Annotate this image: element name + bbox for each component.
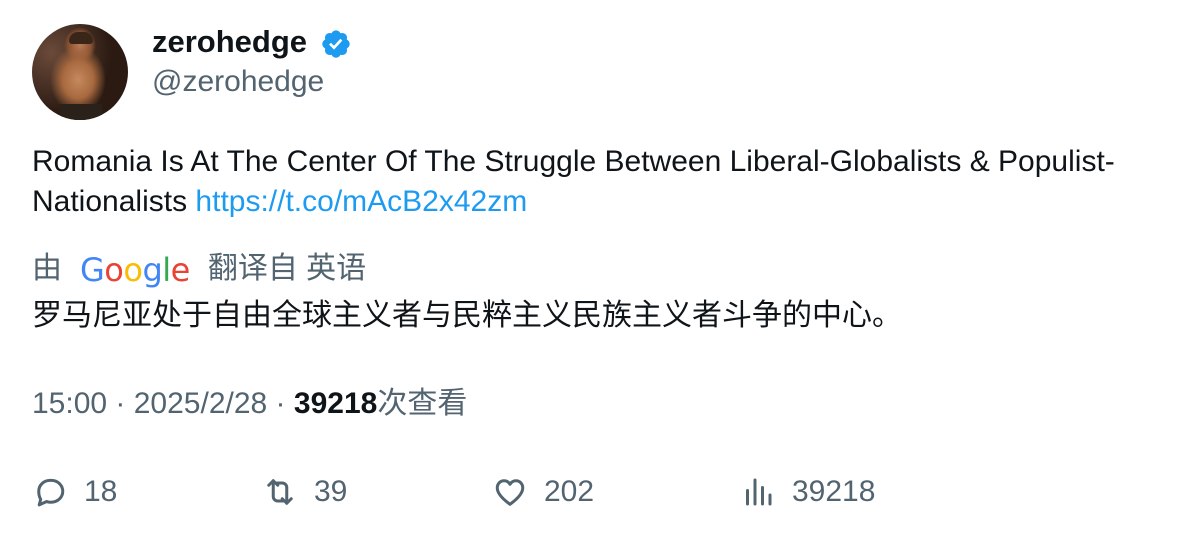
tweet-card: zerohedge @zerohedge Romania Is At The C… [0,0,1196,538]
avatar-shorts [60,104,102,120]
views-action-count: 39218 [792,475,876,508]
avatar[interactable] [32,24,128,120]
like-count: 202 [544,475,595,508]
tweet-link[interactable]: https://t.co/mAcB2x42zm [195,185,527,218]
views-chart-icon [746,478,772,506]
translated-text: 罗马尼亚处于自由全球主义者与民粹主义民族主义者斗争的中心。 [32,299,902,332]
meta-separator: · [267,387,294,420]
avatar-hair [69,32,93,44]
views-button[interactable]: 39218 [740,468,875,516]
display-name[interactable]: zerohedge [152,22,307,62]
retweet-button[interactable]: 39 [262,468,347,516]
views-count: 39218 [293,387,378,420]
retweet-count: 39 [314,475,348,508]
reply-icon [37,478,65,507]
tweet-date[interactable]: 2025/2/28 [134,387,267,420]
tweet-time[interactable]: 15:00 [32,387,107,420]
reply-count: 18 [84,475,118,508]
retweet-icon [267,479,293,505]
tweet-meta: 15:00 · 2025/2/28 · 39218次查看 [32,384,467,424]
translation-attribution[interactable]: 由 Google 翻译自 英语 [32,246,366,290]
action-bar: 18 39 202 39218 [0,468,1196,516]
views-label: 次查看 [377,387,468,420]
translation-suffix: 翻译自 英语 [207,252,367,286]
reply-button[interactable]: 18 [32,468,117,516]
translation-prefix: 由 [32,252,62,286]
google-logo: Google [80,251,190,290]
meta-separator: · [107,387,134,420]
verified-badge-icon [322,30,350,58]
like-button[interactable]: 202 [492,468,594,516]
handle[interactable]: @zerohedge [152,62,324,102]
tweet-text: Romania Is At The Center Of The Struggle… [32,142,1162,222]
heart-icon [495,479,525,506]
